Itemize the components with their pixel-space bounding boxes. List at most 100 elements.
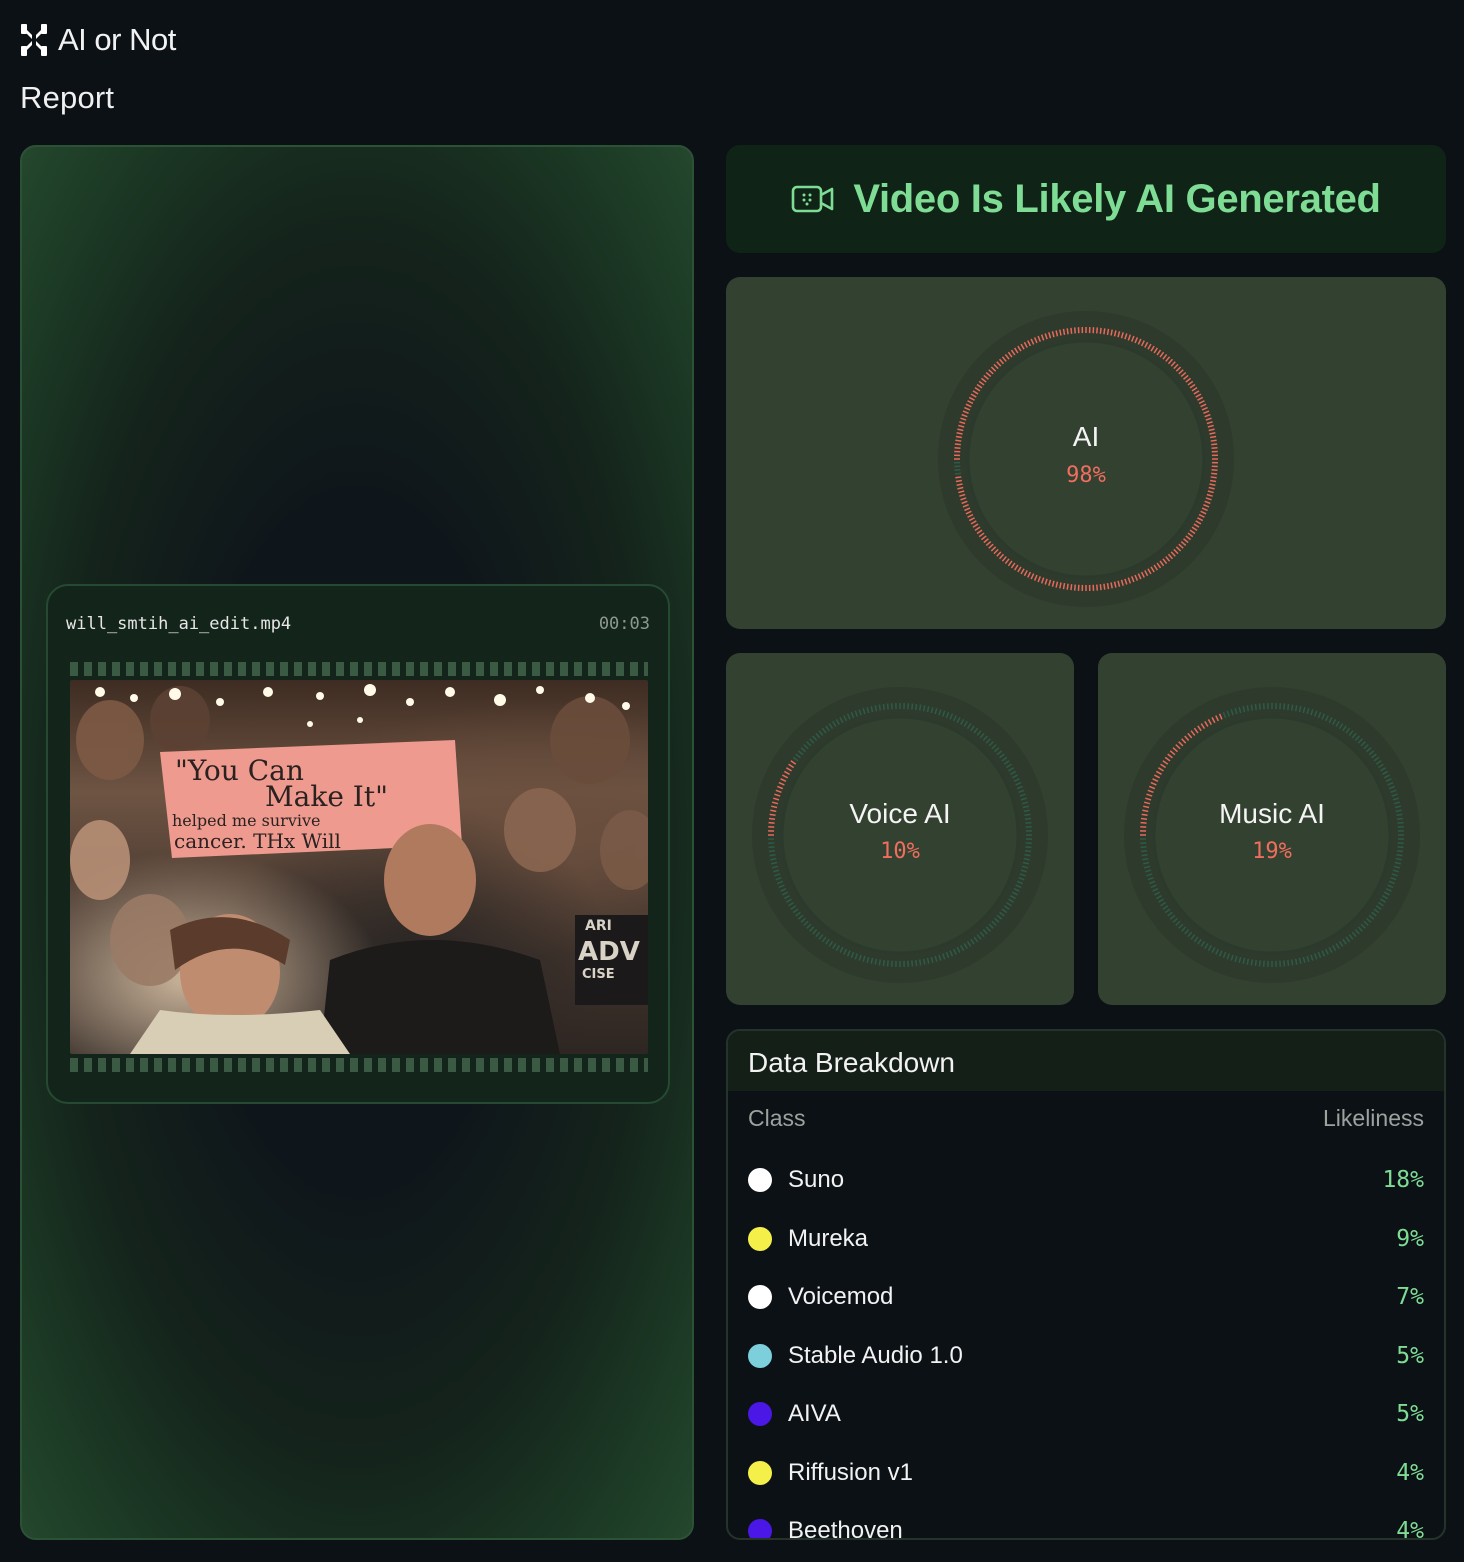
class-name: Beethoven <box>788 1517 903 1540</box>
gauge-tick-filled <box>1073 584 1076 591</box>
gauge-core <box>780 715 1020 955</box>
table-row: Beethoven 4% <box>748 1502 1424 1540</box>
class-color-dot <box>748 1168 772 1193</box>
gauge-core <box>1152 715 1392 955</box>
gauge-tick <box>1250 959 1254 966</box>
video-camera-icon <box>792 185 834 213</box>
breakdown-column-headers: Class Likeliness <box>728 1091 1444 1151</box>
shirt-text: ARI ADV CISE <box>575 915 648 1005</box>
class-name: AIVA <box>788 1400 841 1428</box>
page-title: Report <box>20 80 115 115</box>
gauge-tick <box>1250 704 1254 711</box>
film-strip-top <box>70 662 648 676</box>
ai-score-card: AI 98% <box>726 277 1446 629</box>
gauge-tick-filled <box>1066 328 1069 335</box>
class-likeliness: 18% <box>1382 1167 1424 1194</box>
gauge-tick <box>1258 703 1261 710</box>
gauge-tick <box>886 703 889 710</box>
table-row: Riffusion v1 4% <box>748 1444 1424 1503</box>
gauge-tick <box>878 959 882 966</box>
class-name: Voicemod <box>788 1283 894 1311</box>
gauge-tick <box>1254 959 1257 967</box>
music-ai-score-card: Music AI 19% <box>1098 653 1446 1005</box>
brand-name: AI or Not <box>58 22 176 57</box>
gauge-tick <box>911 703 914 710</box>
gauge-tick-filled <box>1066 583 1069 590</box>
class-likeliness: 4% <box>1396 1459 1424 1486</box>
gauge-core <box>966 339 1206 579</box>
class-color-dot <box>748 1460 772 1485</box>
sign-line-2: Make It" <box>265 780 388 813</box>
class-likeliness: 7% <box>1396 1284 1424 1311</box>
gauge-tick <box>1290 959 1294 966</box>
video-thumbnail[interactable]: "You Can Make It" helped me survive canc… <box>70 680 648 1054</box>
gauge-tick-filled <box>1106 583 1110 590</box>
gauge-tick-filled <box>1099 327 1102 334</box>
film-strip-bottom <box>70 1058 648 1072</box>
video-file-card[interactable]: will_smtih_ai_edit.mp4 00:03 "You Can Ma… <box>46 584 670 1104</box>
video-duration: 00:03 <box>598 614 650 634</box>
class-likeliness: 9% <box>1396 1225 1424 1252</box>
breakdown-rows[interactable]: Suno 18% Mureka 9% Voicemod 7% Stable Au… <box>728 1151 1444 1540</box>
media-preview-panel: will_smtih_ai_edit.mp4 00:03 "You Can Ma… <box>20 145 694 1540</box>
class-likeliness: 5% <box>1396 1342 1424 1369</box>
sign-line-3: helped me survive <box>172 811 320 830</box>
class-color-dot <box>748 1343 772 1368</box>
report-page: AI or Not Report will_smtih_ai_edit.mp4 … <box>0 0 1464 1562</box>
voice-ai-score-card: Voice AI 10% <box>726 653 1074 1005</box>
class-likeliness: 5% <box>1396 1401 1424 1428</box>
gauge-tick <box>1258 960 1261 967</box>
data-breakdown-title: Data Breakdown <box>728 1031 1444 1091</box>
gauge-tick <box>1283 960 1286 967</box>
table-row: Mureka 9% <box>748 1210 1424 1269</box>
class-likeliness: 4% <box>1396 1518 1424 1540</box>
gauge-tick-filled <box>1096 584 1099 591</box>
gauge-tick-filled <box>1073 327 1076 334</box>
ai-score-gauge <box>938 311 1234 607</box>
class-name: Riffusion v1 <box>788 1458 913 1486</box>
gauge-tick <box>1287 703 1290 711</box>
class-color-dot <box>748 1402 772 1427</box>
verdict-banner: Video Is Likely AI Generated <box>726 145 1446 253</box>
gauge-tick-filled <box>1106 328 1110 335</box>
column-header-likeliness: Likeliness <box>1323 1105 1424 1131</box>
gauge-tick-filled <box>1070 327 1073 334</box>
voice-ai-score-label: Voice AI <box>849 798 951 829</box>
gauge-tick-filled <box>1096 327 1099 334</box>
class-name: Suno <box>788 1166 845 1194</box>
gauge-tick <box>886 960 889 967</box>
column-header-class: Class <box>748 1105 806 1131</box>
gauge-tick <box>882 959 885 967</box>
gauge-tick <box>915 703 918 711</box>
ai-score-label: AI <box>1072 421 1100 452</box>
music-ai-score-label: Music AI <box>1219 798 1325 829</box>
voice-ai-score-gauge <box>752 687 1048 983</box>
sign-line-4: cancer. THx Will <box>174 829 341 853</box>
shirt-line-2: ADV <box>578 937 640 967</box>
table-row: Voicemod 7% <box>748 1268 1424 1327</box>
gauge-tick-filled <box>1062 328 1066 335</box>
gauge-tick <box>1287 959 1290 967</box>
brand-logo-icon <box>21 24 47 56</box>
voice-ai-score-value: 10% <box>880 839 920 864</box>
music-ai-score-value: 19% <box>1252 839 1292 864</box>
class-name: Mureka <box>788 1224 869 1252</box>
data-breakdown-panel: Data Breakdown Class Likeliness Suno 18%… <box>726 1029 1446 1540</box>
gauge-tick-filled <box>1103 328 1106 335</box>
table-row: Suno 18% <box>748 1151 1424 1210</box>
ai-score-value: 98% <box>1066 463 1106 488</box>
gauge-tick <box>1254 703 1257 711</box>
music-ai-score-gauge <box>1124 687 1420 983</box>
class-color-dot <box>748 1519 772 1538</box>
gauge-tick <box>1283 703 1286 710</box>
gauge-tick <box>878 704 882 711</box>
file-name: will_smtih_ai_edit.mp4 <box>66 614 292 634</box>
gauge-tick-filled <box>1099 584 1102 591</box>
brand[interactable]: AI or Not <box>20 22 176 58</box>
verdict-text: Video Is Likely AI Generated <box>853 176 1381 221</box>
gauge-tick <box>915 959 918 967</box>
shirt-line-1: ARI <box>585 918 612 934</box>
gauge-tick-filled <box>1062 583 1066 590</box>
shirt-line-3: CISE <box>582 967 615 982</box>
gauge-tick <box>911 960 914 967</box>
